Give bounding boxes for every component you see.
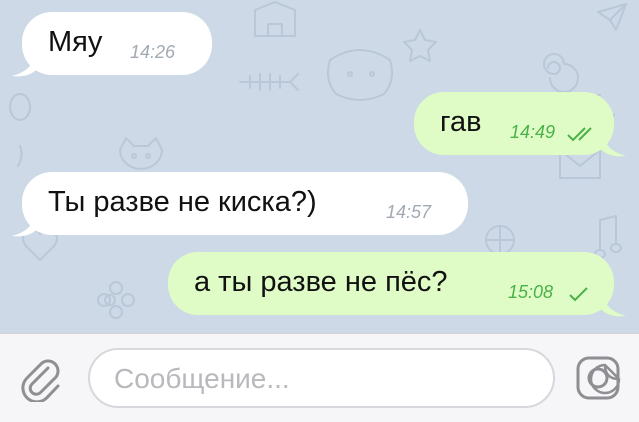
double-check-icon	[567, 127, 592, 142]
message-composer	[0, 333, 639, 422]
message-time: 15:08	[508, 282, 554, 302]
message-input[interactable]	[112, 360, 496, 398]
message-bubble-incoming[interactable]: Мяу 14:26	[22, 12, 212, 75]
bubble-tail-incoming	[12, 214, 38, 237]
check-icon	[569, 287, 588, 302]
camera-icon[interactable]	[574, 354, 622, 402]
paperclip-icon[interactable]	[18, 356, 64, 402]
message-input-field[interactable]	[88, 348, 621, 408]
message-bubble-outgoing[interactable]: а ты разве не пёс? 15:08	[168, 252, 614, 315]
message-text: а ты разве не пёс?	[194, 266, 448, 298]
message-text: Мяу	[48, 26, 103, 58]
message-time: 14:49	[510, 122, 556, 142]
bubble-tail-outgoing	[600, 294, 626, 317]
message-time: 14:26	[130, 42, 176, 62]
message-text: Ты разве не киска?)	[48, 186, 317, 218]
chat-area[interactable]: Мяу 14:26 гав 14:49 Ты разве не киска?) …	[0, 0, 639, 333]
message-text: гав	[440, 106, 482, 138]
message-bubble-incoming[interactable]: Ты разве не киска?) 14:57	[22, 172, 468, 235]
message-time: 14:57	[386, 202, 432, 222]
bubble-tail-outgoing	[600, 134, 626, 157]
message-bubble-outgoing[interactable]: гав 14:49	[414, 92, 614, 155]
bubble-tail-incoming	[12, 54, 38, 77]
